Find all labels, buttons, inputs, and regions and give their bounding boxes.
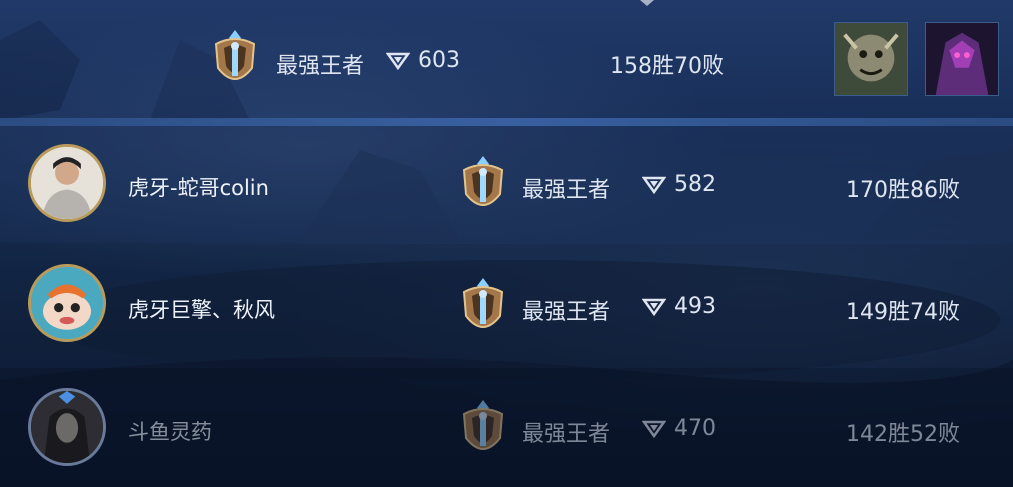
challenger-rank-badge-icon: [462, 278, 504, 328]
player-lp: 582: [642, 172, 716, 197]
lp-triangle-icon: [386, 52, 410, 70]
challenger-rank-badge-icon: [462, 400, 504, 450]
player-rank: 最强王者: [522, 178, 611, 203]
leaderboard-row[interactable]: 虎牙巨擎、秋风 最强王者 493 149胜74败: [0, 244, 1013, 368]
player-rank: 最强王者: [522, 300, 611, 325]
player-name: 虎牙巨擎、秋风: [128, 298, 275, 322]
player-lp-value: 470: [674, 416, 716, 441]
leaderboard-row[interactable]: 斗鱼灵药 最强王者 470 142胜52败: [0, 368, 1013, 487]
section-divider: [0, 118, 1013, 126]
player-lp: 493: [642, 294, 716, 319]
player-record: 142胜52败: [846, 422, 960, 447]
lp-triangle-icon: [642, 420, 666, 438]
player-lp-value: 582: [674, 172, 716, 197]
lp-triangle-icon: [642, 298, 666, 316]
challenger-rank-badge-icon: [462, 156, 504, 206]
player-rank: 最强王者: [522, 422, 611, 447]
player-name: 斗鱼灵药: [128, 420, 212, 444]
my-lp: 603: [386, 48, 460, 73]
player-lp: 470: [642, 416, 716, 441]
player-avatar-man-icon: [28, 144, 106, 222]
lp-triangle-icon: [642, 176, 666, 194]
leaderboard-row[interactable]: 虎牙-蛇哥colin 最强王者 582 170胜86败: [0, 126, 1013, 242]
player-record: 170胜86败: [846, 178, 960, 203]
player-name: 虎牙-蛇哥colin: [128, 176, 269, 200]
champion-portrait-purple-assassin-icon[interactable]: [925, 22, 999, 96]
my-rank-text: 最强王者: [276, 54, 365, 79]
my-lp-value: 603: [418, 48, 460, 73]
my-rank-row: 最强王者 603 158胜70败: [0, 0, 1013, 118]
player-record: 149胜74败: [846, 300, 960, 325]
challenger-rank-badge-icon: [214, 30, 256, 80]
my-record: 158胜70败: [610, 54, 724, 79]
player-avatar-poro-icon: [28, 264, 106, 342]
player-avatar-dark-champion-icon: [28, 388, 106, 466]
champion-portrait-werewolf-icon[interactable]: [834, 22, 908, 96]
player-lp-value: 493: [674, 294, 716, 319]
